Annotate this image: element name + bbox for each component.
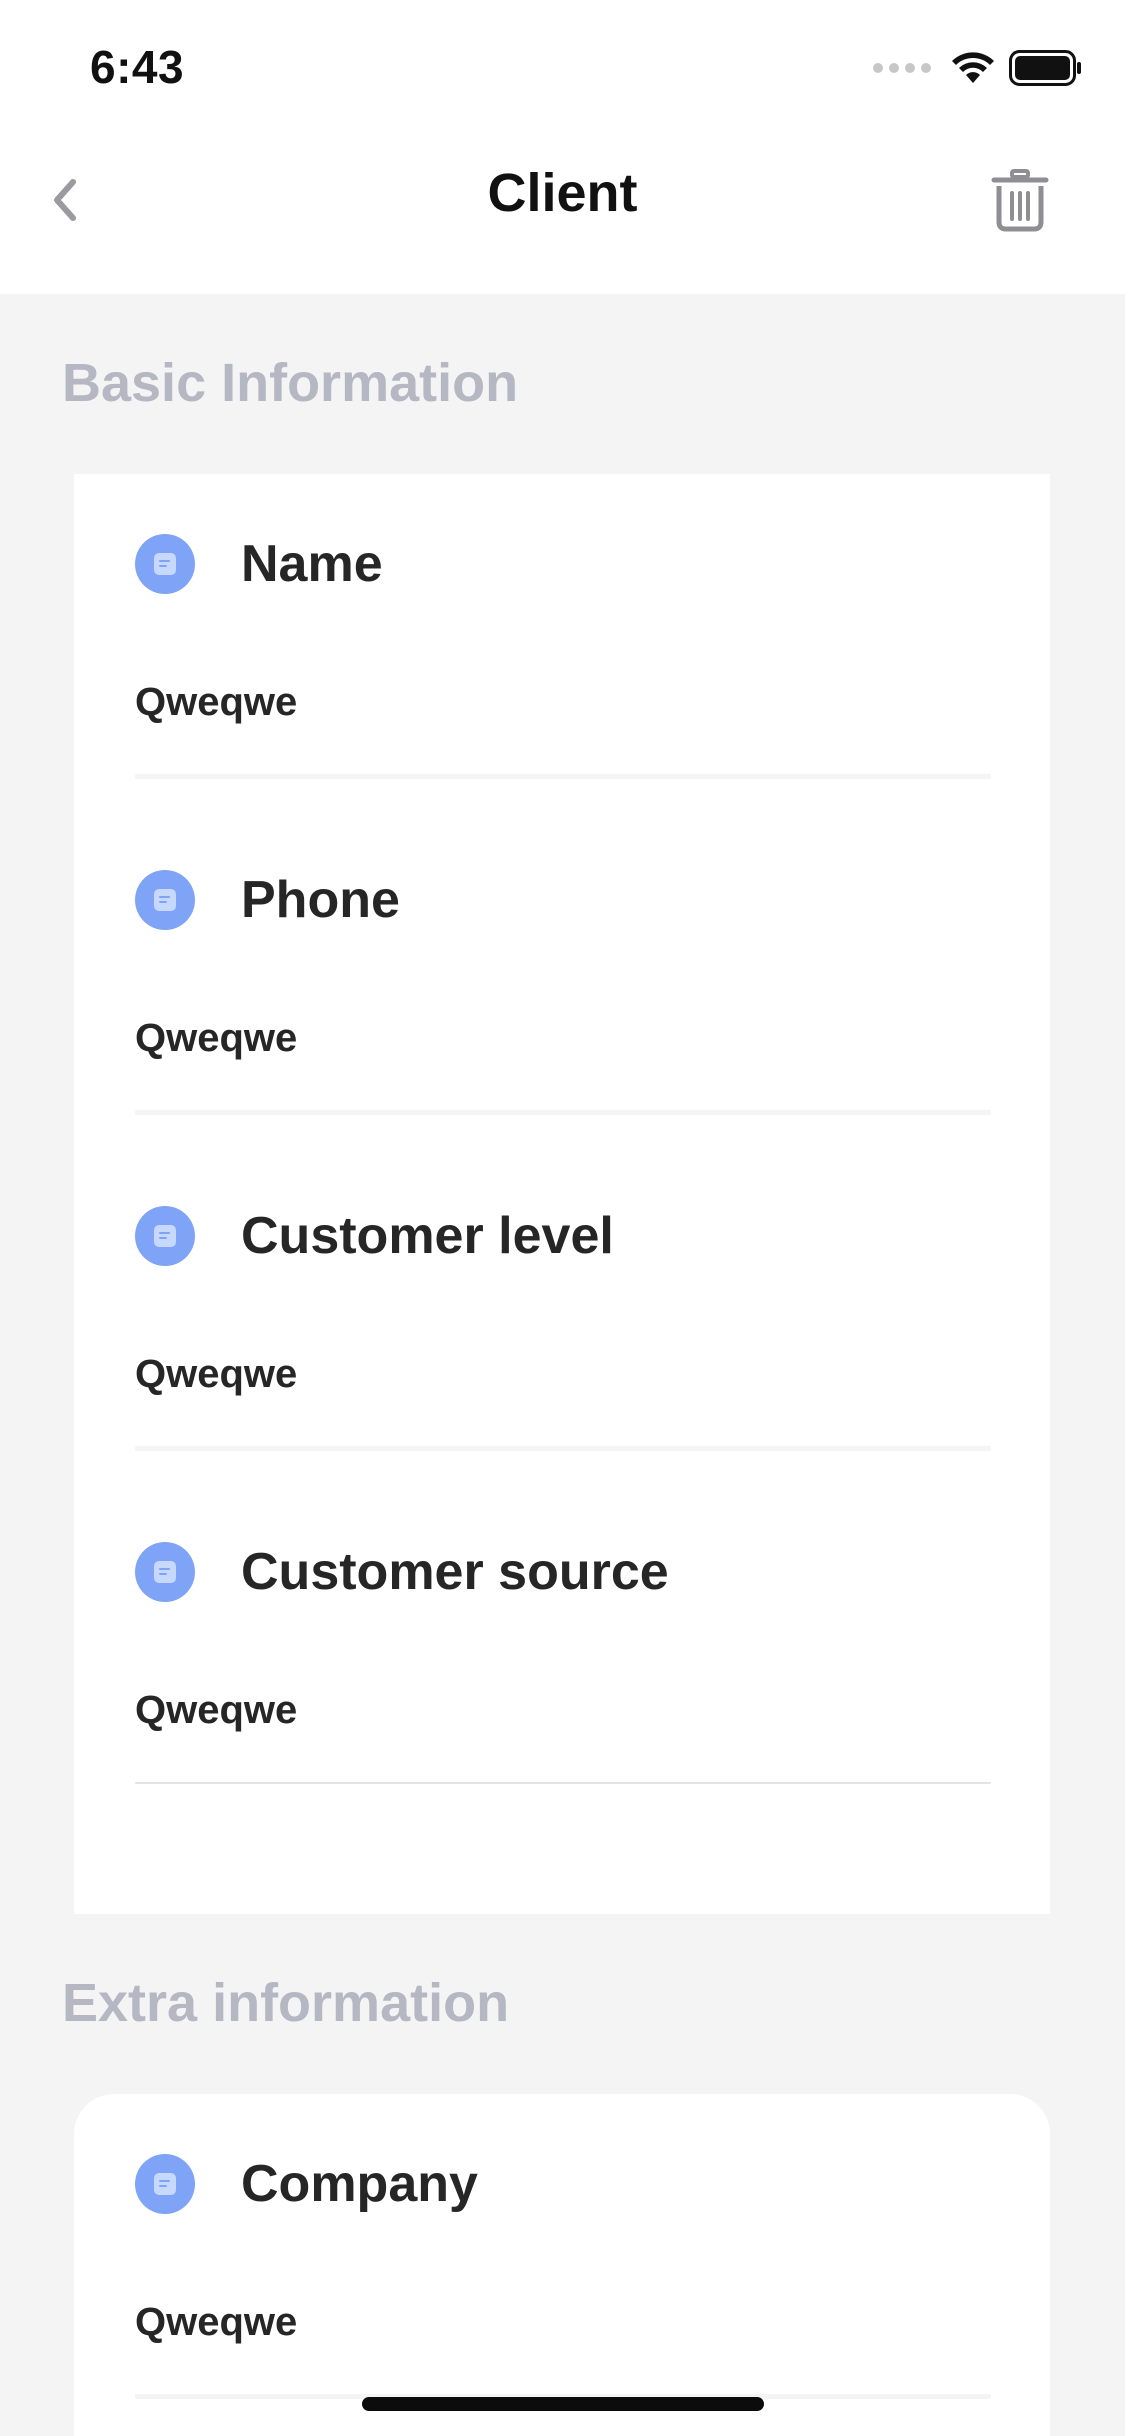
nav-bar: Client xyxy=(0,138,1125,294)
field-phone: Phone Qweqwe xyxy=(135,810,991,1146)
trash-icon xyxy=(991,169,1049,232)
signal-icon xyxy=(873,63,931,73)
status-icons xyxy=(873,50,1083,86)
field-customer-level: Customer level Qweqwe xyxy=(135,1146,991,1482)
battery-icon xyxy=(1009,50,1081,86)
home-indicator[interactable] xyxy=(362,2397,764,2411)
wifi-icon xyxy=(952,52,994,83)
field-divider xyxy=(135,1446,991,1451)
name-field[interactable]: Qweqwe xyxy=(135,678,297,726)
customer-source-field[interactable]: Qweqwe xyxy=(135,1686,297,1734)
status-bar: 6:43 xyxy=(0,0,1125,138)
phone-field[interactable]: Qweqwe xyxy=(135,1014,297,1062)
field-divider xyxy=(135,1782,991,1784)
delete-button[interactable] xyxy=(985,164,1055,236)
field-customer-source: Customer source Qweqwe xyxy=(135,1482,991,1818)
field-label: Customer source xyxy=(241,1543,669,1601)
field-divider xyxy=(135,1110,991,1115)
note-icon xyxy=(135,1206,195,1266)
field-label: Company xyxy=(241,2155,478,2213)
field-label: Name xyxy=(241,535,383,593)
customer-level-field[interactable]: Qweqwe xyxy=(135,1350,297,1398)
note-icon xyxy=(135,1542,195,1602)
basic-info-card: Name Qweqwe Phone Qweqwe Customer level … xyxy=(74,474,1050,1914)
section-title-basic: Basic Information xyxy=(62,353,519,413)
section-title-extra: Extra information xyxy=(62,1973,510,2033)
note-icon xyxy=(135,2154,195,2214)
note-icon xyxy=(135,534,195,594)
status-time: 6:43 xyxy=(90,41,185,93)
field-company: Company Qweqwe xyxy=(135,2094,991,2430)
extra-info-card: Company Qweqwe xyxy=(74,2094,1050,2436)
field-name: Name Qweqwe xyxy=(135,474,991,810)
field-label: Phone xyxy=(241,871,400,929)
company-field[interactable]: Qweqwe xyxy=(135,2298,297,2346)
note-icon xyxy=(135,870,195,930)
page-title: Client xyxy=(487,163,638,223)
field-divider xyxy=(135,774,991,779)
field-label: Customer level xyxy=(241,1207,614,1265)
